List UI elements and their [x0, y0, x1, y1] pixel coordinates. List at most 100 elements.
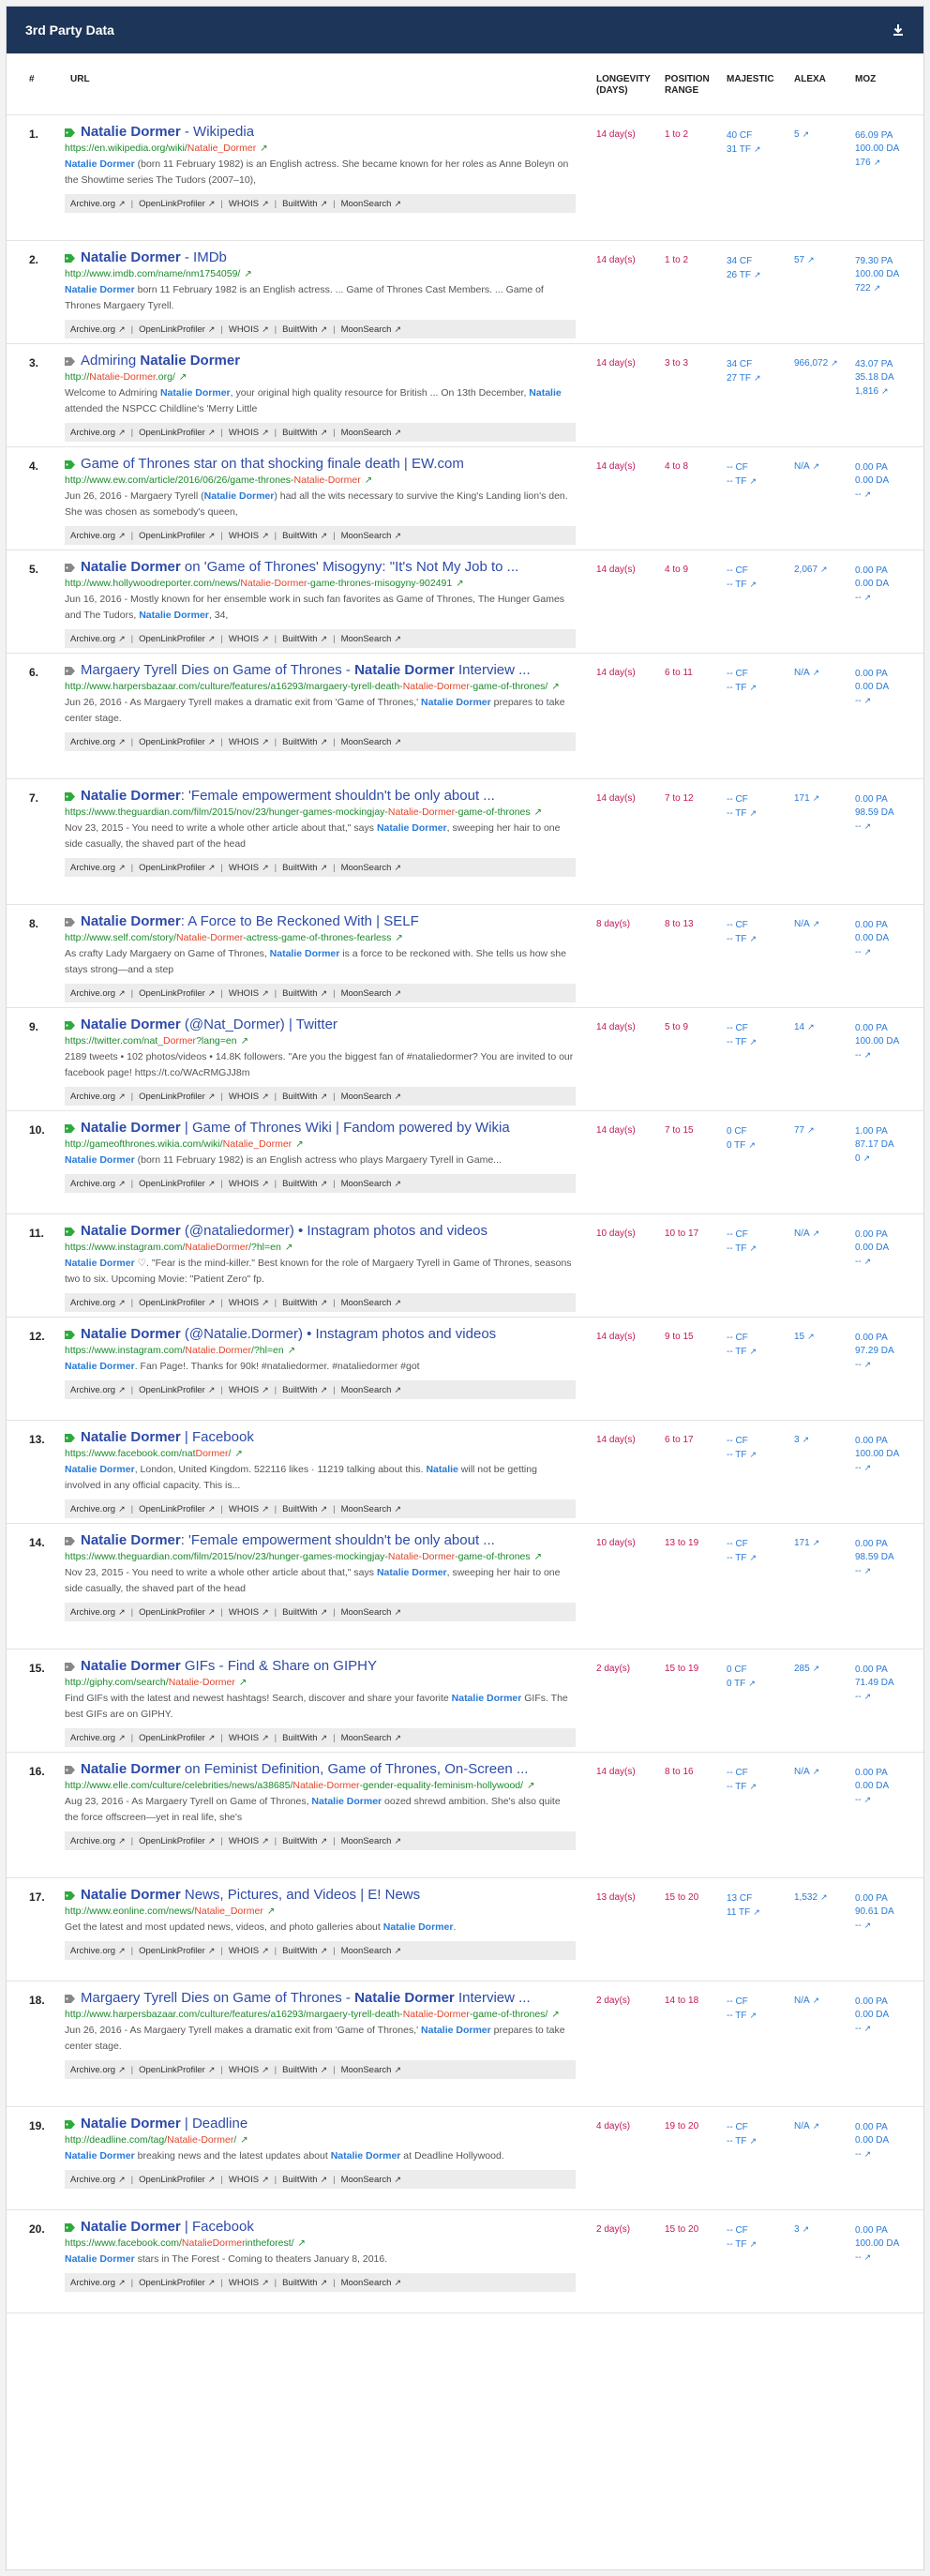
- result-url[interactable]: https://www.theguardian.com/film/2015/no…: [65, 1550, 576, 1564]
- majestic-metric[interactable]: 26 TF ↗: [727, 268, 760, 282]
- result-title-link[interactable]: Natalie Dormer: 'Female empowerment shou…: [81, 788, 495, 805]
- majestic-metric[interactable]: 11 TF ↗: [727, 1906, 760, 1920]
- tool-link-builtwith[interactable]: BuiltWith ↗: [282, 1946, 327, 1956]
- tool-link-archiveorg[interactable]: Archive.org ↗: [70, 428, 126, 438]
- majestic-metric[interactable]: -- CF: [727, 1767, 757, 1780]
- tool-link-builtwith[interactable]: BuiltWith ↗: [282, 1385, 327, 1395]
- result-title-link[interactable]: Natalie Dormer GIFs - Find & Share on GI…: [81, 1658, 377, 1675]
- tool-link-openlinkprofiler[interactable]: OpenLinkProfiler ↗: [139, 1607, 215, 1618]
- external-link-icon[interactable]: ↗: [534, 1552, 542, 1562]
- majestic-metric[interactable]: 34 CF: [727, 255, 760, 268]
- tool-link-whois[interactable]: WHOIS ↗: [229, 988, 269, 999]
- tool-link-moonsearch[interactable]: MoonSearch ↗: [341, 737, 401, 747]
- result-title-link[interactable]: Natalie Dormer - IMDb: [81, 249, 227, 266]
- majestic-metric[interactable]: -- CF: [727, 1332, 757, 1345]
- alexa-rank[interactable]: N/A ↗: [794, 1228, 819, 1239]
- tool-link-openlinkprofiler[interactable]: OpenLinkProfiler ↗: [139, 428, 215, 438]
- moz-metric[interactable]: -- ↗: [855, 945, 889, 959]
- alexa-rank[interactable]: N/A ↗: [794, 668, 819, 678]
- tool-link-archiveorg[interactable]: Archive.org ↗: [70, 531, 126, 541]
- tool-link-archiveorg[interactable]: Archive.org ↗: [70, 1092, 126, 1102]
- alexa-rank[interactable]: 14 ↗: [794, 1022, 815, 1032]
- result-url[interactable]: https://en.wikipedia.org/wiki/Natalie_Do…: [65, 142, 576, 156]
- result-url[interactable]: https://www.theguardian.com/film/2015/no…: [65, 806, 576, 820]
- tool-link-builtwith[interactable]: BuiltWith ↗: [282, 428, 327, 438]
- tool-link-archiveorg[interactable]: Archive.org ↗: [70, 1836, 126, 1846]
- result-url[interactable]: http://www.elle.com/culture/celebrities/…: [65, 1779, 576, 1793]
- tool-link-archiveorg[interactable]: Archive.org ↗: [70, 324, 126, 335]
- tool-link-archiveorg[interactable]: Archive.org ↗: [70, 863, 126, 873]
- majestic-metric[interactable]: 31 TF ↗: [727, 143, 760, 157]
- tool-link-moonsearch[interactable]: MoonSearch ↗: [341, 2278, 401, 2288]
- tool-link-archiveorg[interactable]: Archive.org ↗: [70, 634, 126, 644]
- majestic-metric[interactable]: -- TF ↗: [727, 932, 757, 946]
- moz-metric[interactable]: -- ↗: [855, 2251, 899, 2265]
- result-url[interactable]: https://www.instagram.com/NatalieDormer/…: [65, 1241, 576, 1255]
- result-url[interactable]: http://www.imdb.com/name/nm1754059/↗: [65, 267, 576, 281]
- moz-metric[interactable]: 722 ↗: [855, 281, 899, 295]
- result-url[interactable]: http://www.eonline.com/news/Natalie_Dorm…: [65, 1905, 576, 1919]
- majestic-metric[interactable]: 40 CF: [727, 129, 760, 143]
- tool-link-whois[interactable]: WHOIS ↗: [229, 199, 269, 209]
- majestic-metric[interactable]: -- TF ↗: [727, 2134, 757, 2148]
- moz-metric[interactable]: -- ↗: [855, 1690, 894, 1704]
- moz-metric[interactable]: -- ↗: [855, 1564, 894, 1578]
- majestic-metric[interactable]: -- CF: [727, 2121, 757, 2134]
- majestic-metric[interactable]: -- CF: [727, 1435, 757, 1448]
- tool-link-archiveorg[interactable]: Archive.org ↗: [70, 199, 126, 209]
- tool-link-openlinkprofiler[interactable]: OpenLinkProfiler ↗: [139, 737, 215, 747]
- tool-link-openlinkprofiler[interactable]: OpenLinkProfiler ↗: [139, 2065, 215, 2075]
- external-link-icon[interactable]: ↗: [267, 1906, 275, 1917]
- alexa-rank[interactable]: 285 ↗: [794, 1664, 819, 1674]
- tool-link-builtwith[interactable]: BuiltWith ↗: [282, 199, 327, 209]
- tool-link-moonsearch[interactable]: MoonSearch ↗: [341, 1298, 401, 1308]
- majestic-metric[interactable]: 34 CF: [727, 358, 760, 371]
- majestic-metric[interactable]: -- CF: [727, 461, 757, 475]
- external-link-icon[interactable]: ↗: [260, 143, 267, 154]
- moz-metric[interactable]: -- ↗: [855, 1048, 899, 1062]
- external-link-icon[interactable]: ↗: [179, 372, 187, 383]
- tool-link-whois[interactable]: WHOIS ↗: [229, 2278, 269, 2288]
- tool-link-moonsearch[interactable]: MoonSearch ↗: [341, 1836, 401, 1846]
- majestic-metric[interactable]: -- CF: [727, 793, 757, 806]
- tool-link-moonsearch[interactable]: MoonSearch ↗: [341, 988, 401, 999]
- majestic-metric[interactable]: -- CF: [727, 919, 757, 932]
- moz-metric[interactable]: -- ↗: [855, 2022, 889, 2036]
- majestic-metric[interactable]: -- TF ↗: [727, 681, 757, 695]
- external-link-icon[interactable]: ↗: [241, 1036, 248, 1047]
- result-url[interactable]: http://deadline.com/tag/Natalie-Dormer/↗: [65, 2133, 576, 2147]
- tool-link-builtwith[interactable]: BuiltWith ↗: [282, 324, 327, 335]
- tool-link-builtwith[interactable]: BuiltWith ↗: [282, 1836, 327, 1846]
- tool-link-openlinkprofiler[interactable]: OpenLinkProfiler ↗: [139, 1836, 215, 1846]
- majestic-metric[interactable]: -- CF: [727, 668, 757, 681]
- result-url[interactable]: https://www.facebook.com/NatalieDormerin…: [65, 2237, 576, 2251]
- majestic-metric[interactable]: 27 TF ↗: [727, 371, 760, 385]
- tool-link-openlinkprofiler[interactable]: OpenLinkProfiler ↗: [139, 2175, 215, 2185]
- tool-link-moonsearch[interactable]: MoonSearch ↗: [341, 428, 401, 438]
- majestic-metric[interactable]: -- CF: [727, 1228, 757, 1242]
- tool-link-archiveorg[interactable]: Archive.org ↗: [70, 2278, 126, 2288]
- tool-link-archiveorg[interactable]: Archive.org ↗: [70, 1298, 126, 1308]
- tool-link-openlinkprofiler[interactable]: OpenLinkProfiler ↗: [139, 634, 215, 644]
- majestic-metric[interactable]: -- TF ↗: [727, 2237, 757, 2252]
- majestic-metric[interactable]: -- CF: [727, 1022, 757, 1035]
- majestic-metric[interactable]: -- CF: [727, 2224, 757, 2237]
- moz-metric[interactable]: -- ↗: [855, 1919, 894, 1933]
- tool-link-moonsearch[interactable]: MoonSearch ↗: [341, 1092, 401, 1102]
- majestic-metric[interactable]: -- CF: [727, 565, 757, 578]
- tool-link-builtwith[interactable]: BuiltWith ↗: [282, 988, 327, 999]
- tool-link-openlinkprofiler[interactable]: OpenLinkProfiler ↗: [139, 1385, 215, 1395]
- alexa-rank[interactable]: N/A ↗: [794, 2121, 819, 2132]
- external-link-icon[interactable]: ↗: [527, 1781, 534, 1791]
- result-title-link[interactable]: Margaery Tyrell Dies on Game of Thrones …: [81, 662, 531, 679]
- tool-link-openlinkprofiler[interactable]: OpenLinkProfiler ↗: [139, 1504, 215, 1514]
- result-url[interactable]: https://www.instagram.com/Natalie.Dormer…: [65, 1344, 576, 1358]
- external-link-icon[interactable]: ↗: [239, 1678, 247, 1688]
- majestic-metric[interactable]: -- CF: [727, 1538, 757, 1551]
- alexa-rank[interactable]: 966,072 ↗: [794, 358, 838, 369]
- tool-link-openlinkprofiler[interactable]: OpenLinkProfiler ↗: [139, 863, 215, 873]
- tool-link-whois[interactable]: WHOIS ↗: [229, 2175, 269, 2185]
- external-link-icon[interactable]: ↗: [288, 1346, 295, 1356]
- tool-link-whois[interactable]: WHOIS ↗: [229, 428, 269, 438]
- result-title-link[interactable]: Game of Thrones star on that shocking fi…: [81, 456, 464, 473]
